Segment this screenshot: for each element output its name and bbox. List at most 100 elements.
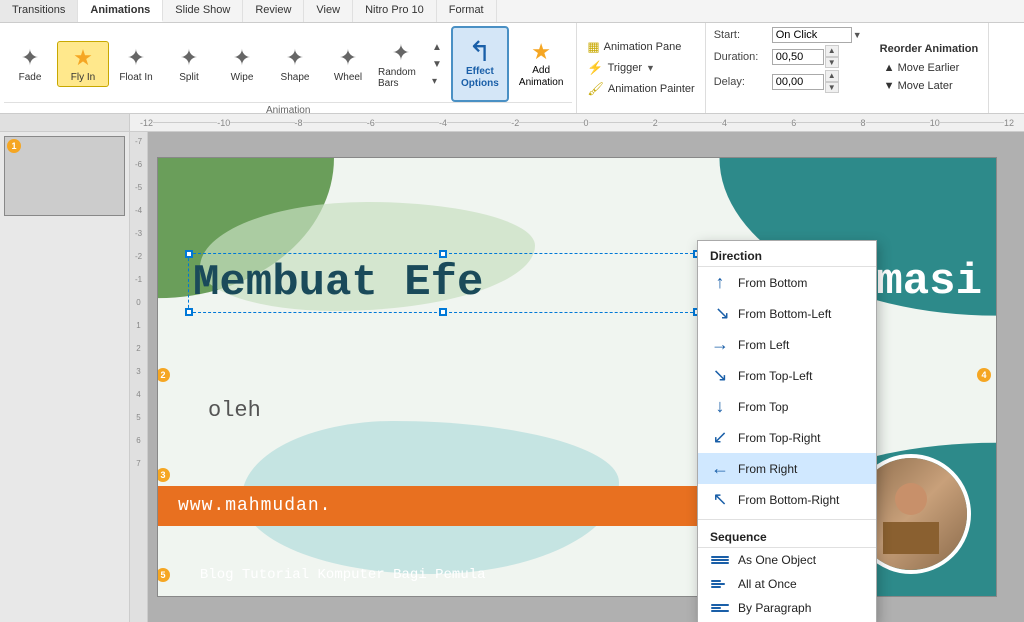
trigger-icon: ⚡	[587, 60, 603, 76]
start-input[interactable]	[772, 27, 852, 43]
tab-review[interactable]: Review	[243, 0, 304, 22]
tab-nitro[interactable]: Nitro Pro 10	[353, 0, 437, 22]
anim-btn-wheel[interactable]: ✦ Wheel	[322, 41, 374, 87]
duration-label: Duration:	[714, 51, 766, 63]
add-animation-icon: ★	[531, 39, 551, 65]
dropdown-item-from-bottom[interactable]: ↑ From Bottom	[698, 267, 876, 298]
dropdown-item-all-at-once[interactable]: All at Once	[698, 572, 876, 596]
scroll-down-btn[interactable]: ▼	[430, 57, 444, 72]
duration-up-btn[interactable]: ▲	[825, 45, 839, 57]
slide-url-text: www.mahmudan.	[178, 496, 331, 516]
scroll-expand-btn[interactable]: ▾	[430, 74, 444, 89]
handle-tm[interactable]	[439, 250, 447, 258]
anim-btn-randombars[interactable]: ✦ Random Bars	[375, 36, 427, 93]
dropdown-item-as-one[interactable]: As One Object	[698, 548, 876, 572]
duration-spin: ▲ ▼	[825, 45, 839, 68]
delay-label: Delay:	[714, 76, 766, 88]
split-icon: ✦	[180, 45, 198, 71]
slide-oleh-text: oleh	[208, 398, 261, 423]
anim-btn-shape[interactable]: ✦ Shape	[269, 41, 321, 87]
ribbon-tabs: Transitions Animations Slide Show Review…	[0, 0, 1024, 23]
handle-bl[interactable]	[185, 308, 193, 316]
delay-spin: ▲ ▼	[825, 70, 839, 93]
anim-btn-fade[interactable]: ✦ Fade	[4, 41, 56, 87]
all-at-once-icon	[710, 580, 730, 588]
as-one-label: As One Object	[738, 553, 816, 567]
anim-btn-split[interactable]: ✦ Split	[163, 41, 215, 87]
animation-pane-btn[interactable]: ▦ Animation Pane	[583, 38, 698, 56]
dropdown-item-from-top[interactable]: ↓ From Top	[698, 391, 876, 422]
dropdown-item-from-top-left[interactable]: ↘ From Top-Left	[698, 360, 876, 391]
split-label: Split	[179, 72, 198, 83]
duration-value-container: ▲ ▼	[772, 45, 839, 68]
from-bottom-right-label: From Bottom-Right	[738, 493, 839, 507]
trigger-arrow-icon: ▼	[646, 63, 655, 73]
trigger-btn[interactable]: ⚡ Trigger ▼	[583, 59, 698, 77]
handle-tl[interactable]	[185, 250, 193, 258]
from-left-icon: →	[710, 334, 730, 355]
dropdown-item-from-top-right[interactable]: ↙ From Top-Right	[698, 422, 876, 453]
from-bottom-icon: ↑	[710, 272, 730, 293]
tab-view[interactable]: View	[304, 0, 353, 22]
delay-value-container: ▲ ▼	[772, 70, 839, 93]
tab-animations[interactable]: Animations	[78, 0, 163, 22]
anim-btn-wipe[interactable]: ✦ Wipe	[216, 41, 268, 87]
effect-options-button[interactable]: ↰ EffectOptions	[451, 26, 509, 102]
slide-num-1: 1	[7, 139, 21, 153]
reorder-title: Reorder Animation	[880, 43, 979, 55]
slide-panel[interactable]: -7-6-5-4-3-2-101234567 Membuat Efe	[130, 132, 1024, 622]
slide-thumbnail-1[interactable]: 1	[4, 136, 125, 216]
scroll-up-btn[interactable]: ▲	[430, 40, 444, 55]
from-top-icon: ↓	[710, 396, 730, 417]
delay-up-btn[interactable]: ▲	[825, 70, 839, 82]
animation-painter-btn[interactable]: 🖌 Animation Painter	[583, 80, 698, 98]
start-value-container: ▼	[772, 27, 862, 43]
dropdown-item-from-bottom-left[interactable]: ↙ From Bottom-Left	[698, 298, 876, 329]
fade-label: Fade	[19, 72, 42, 83]
duration-input[interactable]	[772, 49, 824, 65]
dropdown-item-from-right[interactable]: ← From Right	[698, 453, 876, 484]
dropdown-item-from-bottom-right[interactable]: ↖ From Bottom-Right	[698, 484, 876, 515]
start-label: Start:	[714, 29, 766, 41]
slide-num-badge-5: 5	[157, 568, 170, 582]
move-earlier-btn[interactable]: ▲ Move Earlier	[880, 61, 979, 75]
animations-group: ✦ Fade ★ Fly In ✦ Float In ✦ Split	[0, 23, 577, 113]
from-top-right-label: From Top-Right	[738, 431, 820, 445]
wipe-label: Wipe	[231, 72, 254, 83]
from-top-right-icon: ↙	[710, 427, 730, 448]
as-one-icon	[710, 556, 730, 564]
trigger-label: Trigger	[608, 62, 642, 74]
duration-down-btn[interactable]: ▼	[825, 57, 839, 69]
move-later-btn[interactable]: ▼ Move Later	[880, 79, 979, 93]
add-animation-button[interactable]: ★ AddAnimation	[510, 26, 572, 102]
floatin-label: Float In	[119, 72, 152, 83]
start-dropdown-arrow[interactable]: ▼	[853, 30, 862, 40]
flyin-label: Fly In	[71, 72, 95, 83]
from-bottom-label: From Bottom	[738, 276, 807, 290]
reorder-group: Reorder Animation ▲ Move Earlier ▼ Move …	[870, 23, 990, 113]
title-textbox[interactable]: Membuat Efe	[188, 253, 698, 313]
slide-oleh-container: oleh	[208, 398, 261, 423]
ribbon: Transitions Animations Slide Show Review…	[0, 0, 1024, 114]
ribbon-scroll: ▲ ▼ ▾	[428, 40, 446, 89]
shape-label: Shape	[281, 72, 310, 83]
by-paragraph-icon	[710, 604, 730, 612]
dropdown-item-by-paragraph[interactable]: By Paragraph	[698, 596, 876, 620]
tab-slideshow[interactable]: Slide Show	[163, 0, 243, 22]
slide-title-text: Membuat Efe	[193, 258, 693, 308]
slide-thumbnails-panel: 1	[0, 132, 130, 622]
delay-input[interactable]	[772, 74, 824, 90]
anim-btn-flyin[interactable]: ★ Fly In	[57, 41, 109, 87]
wheel-label: Wheel	[334, 72, 362, 83]
from-top-label: From Top	[738, 400, 788, 414]
dropdown-item-from-left[interactable]: → From Left	[698, 329, 876, 360]
fade-icon: ✦	[21, 45, 39, 71]
shape-icon: ✦	[286, 45, 304, 71]
handle-bm[interactable]	[439, 308, 447, 316]
anim-btn-floatin[interactable]: ✦ Float In	[110, 41, 162, 87]
delay-down-btn[interactable]: ▼	[825, 82, 839, 94]
tab-format[interactable]: Format	[437, 0, 497, 22]
randombars-label: Random Bars	[378, 67, 424, 89]
duration-row: Duration: ▲ ▼	[714, 45, 862, 68]
tab-transitions[interactable]: Transitions	[0, 0, 78, 22]
